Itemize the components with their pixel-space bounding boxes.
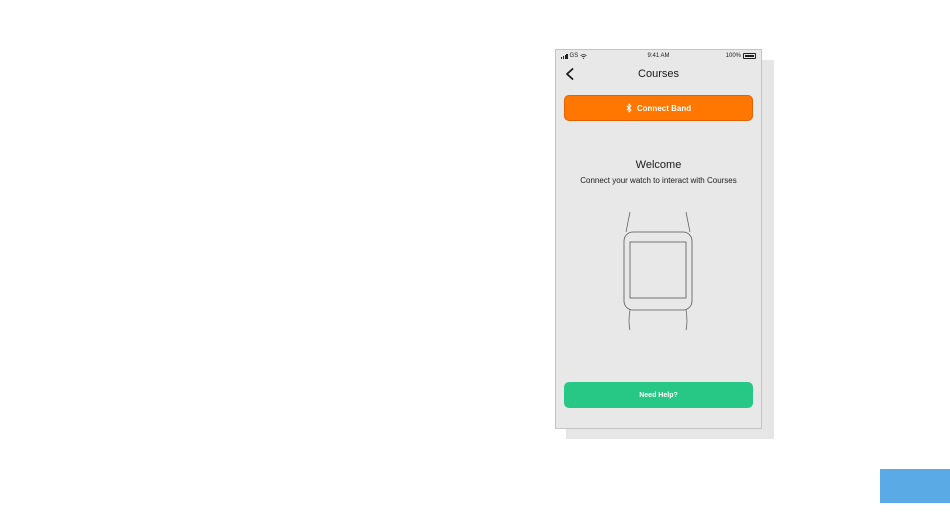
bluetooth-icon (626, 103, 632, 113)
status-bar: GS 9:41 AM 100% (556, 50, 761, 64)
status-right: 100% (726, 53, 756, 59)
smartwatch-icon (623, 211, 693, 331)
corner-tab[interactable] (880, 469, 950, 503)
phone-screen: GS 9:41 AM 100% Courses Connect Band Wel… (555, 49, 762, 429)
connect-band-button[interactable]: Connect Band (564, 95, 753, 121)
welcome-title: Welcome (635, 159, 682, 171)
need-help-label: Need Help? (639, 391, 678, 399)
nav-bar: Courses (556, 64, 761, 84)
welcome-subtitle: Connect your watch to interact with Cour… (580, 176, 737, 185)
battery-icon (743, 53, 756, 59)
battery-percent: 100% (725, 53, 741, 59)
connect-band-label: Connect Band (636, 103, 692, 113)
need-help-button[interactable]: Need Help? (564, 382, 753, 408)
page-title: Courses (638, 68, 679, 80)
